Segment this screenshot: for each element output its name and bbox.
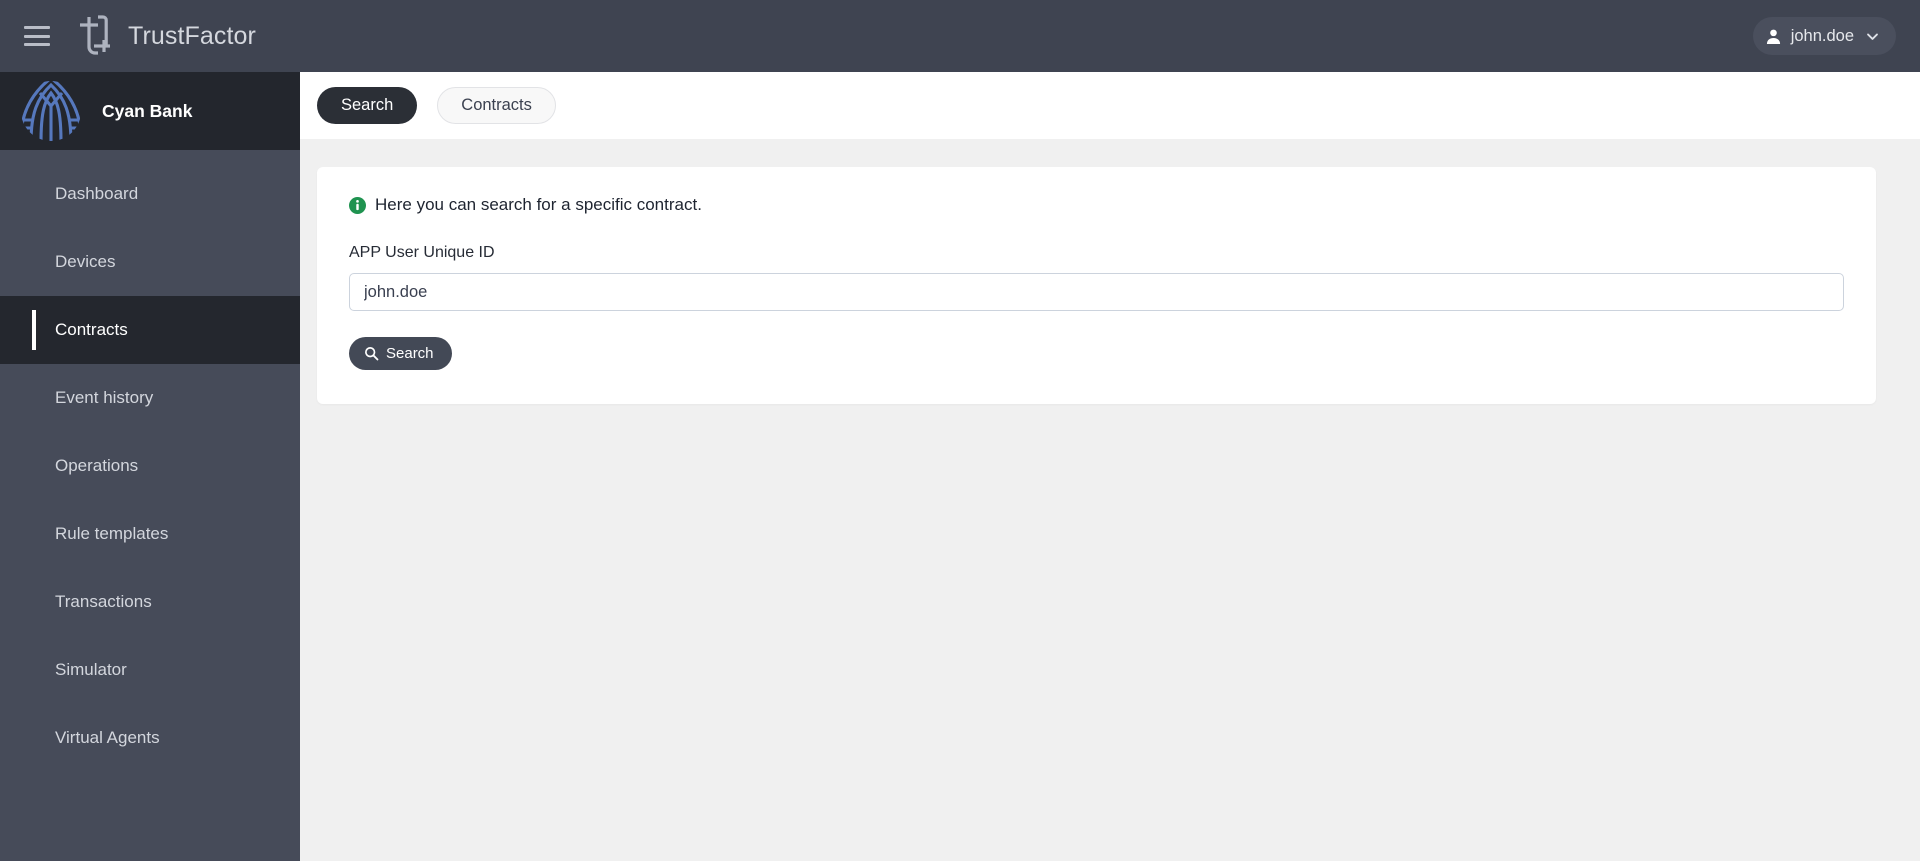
sidebar-item-operations[interactable]: Operations bbox=[0, 432, 300, 500]
search-card: Here you can search for a specific contr… bbox=[317, 167, 1876, 404]
sidebar-item-label: Transactions bbox=[55, 592, 152, 611]
sidebar-item-dashboard[interactable]: Dashboard bbox=[0, 160, 300, 228]
hamburger-icon[interactable] bbox=[24, 26, 50, 46]
sidebar-nav: Dashboard Devices Contracts Event histor… bbox=[0, 150, 300, 772]
sidebar-item-contracts[interactable]: Contracts bbox=[0, 296, 300, 364]
sidebar-item-label: Contracts bbox=[55, 320, 128, 339]
app-brand[interactable]: TrustFactor bbox=[72, 14, 256, 58]
search-submit-label: Search bbox=[386, 345, 434, 362]
tenant-header[interactable]: Cyan Bank bbox=[0, 72, 300, 150]
info-circle-icon bbox=[349, 196, 366, 214]
sidebar-item-event-history[interactable]: Event history bbox=[0, 364, 300, 432]
sidebar-item-label: Dashboard bbox=[55, 184, 139, 203]
sidebar-item-virtual-agents[interactable]: Virtual Agents bbox=[0, 704, 300, 772]
tab-bar: Search Contracts bbox=[300, 72, 1920, 139]
cyan-bank-logo-icon bbox=[21, 81, 81, 141]
info-banner: Here you can search for a specific contr… bbox=[349, 195, 1844, 215]
chevron-down-icon bbox=[1867, 33, 1878, 40]
sidebar-item-transactions[interactable]: Transactions bbox=[0, 568, 300, 636]
info-message: Here you can search for a specific contr… bbox=[375, 195, 702, 214]
sidebar-item-label: Event history bbox=[55, 388, 154, 407]
hamburger-bar-1 bbox=[24, 26, 50, 29]
sidebar-item-label: Rule templates bbox=[55, 524, 169, 543]
app-name: TrustFactor bbox=[128, 21, 256, 50]
trustfactor-logo-icon bbox=[80, 15, 110, 55]
user-name: john.doe bbox=[1790, 26, 1854, 45]
tab-label: Contracts bbox=[461, 96, 532, 114]
user-menu[interactable]: john.doe bbox=[1752, 17, 1896, 55]
hamburger-bar-3 bbox=[24, 43, 50, 46]
sidebar-item-rule-templates[interactable]: Rule templates bbox=[0, 500, 300, 568]
sidebar-item-simulator[interactable]: Simulator bbox=[0, 636, 300, 704]
sidebar-item-label: Devices bbox=[55, 252, 116, 271]
sidebar: Cyan Bank Dashboard Devices Contracts Ev… bbox=[0, 72, 300, 861]
search-submit-button[interactable]: Search bbox=[349, 337, 452, 370]
tab-label: Search bbox=[341, 96, 394, 114]
sidebar-item-label: Simulator bbox=[55, 660, 127, 679]
tenant-name: Cyan Bank bbox=[102, 100, 193, 121]
sidebar-item-devices[interactable]: Devices bbox=[0, 228, 300, 296]
tab-search[interactable]: Search bbox=[317, 87, 418, 124]
hamburger-bar-2 bbox=[24, 34, 50, 38]
search-icon bbox=[365, 347, 379, 361]
tab-contracts[interactable]: Contracts bbox=[437, 87, 556, 124]
person-icon bbox=[1766, 29, 1780, 44]
sidebar-item-label: Operations bbox=[55, 456, 139, 475]
main-content: Search Contracts Here you can search for… bbox=[300, 72, 1920, 861]
app-user-id-label: APP User Unique ID bbox=[349, 244, 495, 261]
app-user-id-input[interactable] bbox=[349, 273, 1844, 311]
top-bar: TrustFactor john.doe bbox=[0, 0, 1920, 72]
sidebar-item-label: Virtual Agents bbox=[55, 728, 160, 747]
